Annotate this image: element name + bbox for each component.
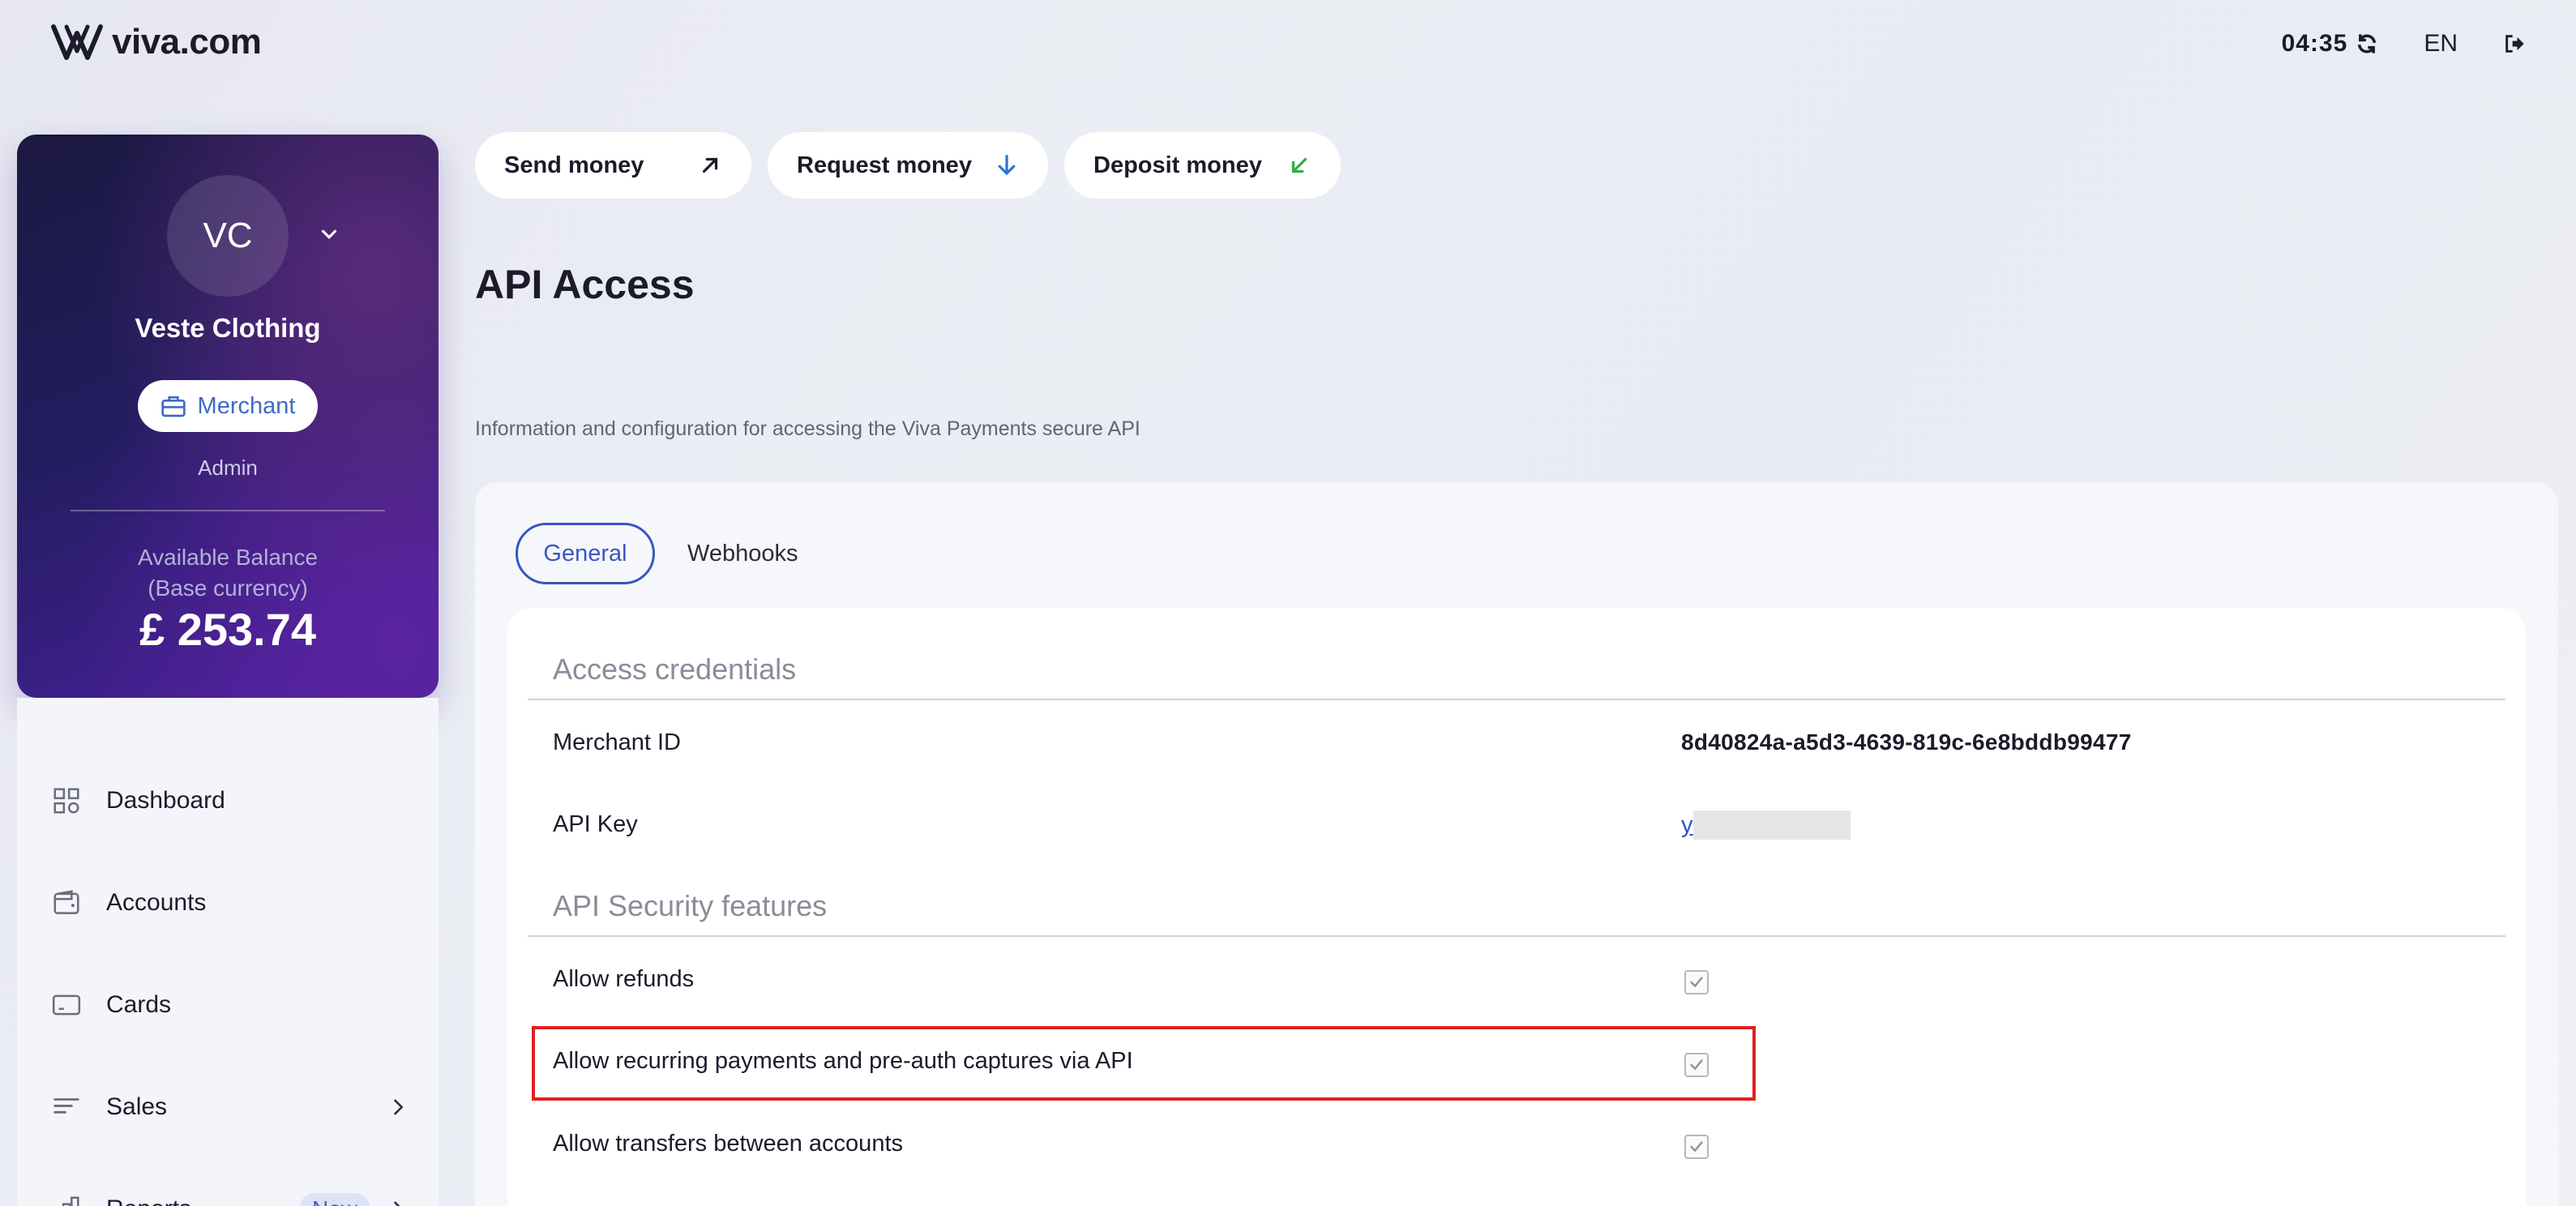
sidebar-nav: Dashboard Accounts Cards Sales — [17, 698, 439, 1206]
chevron-down-icon[interactable] — [317, 222, 341, 246]
api-key-redacted — [1692, 810, 1851, 840]
card-icon — [49, 988, 83, 1022]
role-label: Merchant — [197, 392, 296, 419]
sidebar-item-reports[interactable]: Reports New — [17, 1169, 439, 1206]
arrow-up-right-icon — [702, 157, 718, 173]
sidebar-item-label: Cards — [106, 991, 172, 1018]
section-divider — [528, 935, 2505, 937]
settings-card: Access credentials Merchant ID 8d40824a-… — [507, 608, 2526, 1206]
check-icon — [1690, 1141, 1703, 1153]
wallet-icon — [49, 886, 83, 920]
sidebar-item-label: Reports — [106, 1195, 191, 1206]
page-title: API Access — [475, 262, 695, 307]
card-divider — [71, 510, 385, 511]
chevron-right-icon — [394, 1099, 404, 1115]
session-time: 04:35 — [2281, 30, 2348, 57]
api-key-field[interactable]: y — [1681, 810, 1851, 840]
send-money-label: Send money — [504, 152, 644, 178]
allow-transfers-label: Allow transfers between accounts — [553, 1131, 903, 1157]
check-icon — [1690, 1059, 1703, 1071]
sidebar-item-label: Sales — [106, 1093, 168, 1120]
balance-value: £ 253.74 — [139, 604, 316, 655]
sidebar-item-dashboard[interactable]: Dashboard — [17, 760, 439, 841]
api-access-panel: General Webhooks Access credentials Merc… — [475, 482, 2558, 1206]
allow-refunds-label: Allow refunds — [553, 966, 695, 992]
page-description: Information and configuration for access… — [475, 417, 1140, 440]
arrow-down-icon — [998, 155, 1016, 176]
tab-general[interactable]: General — [516, 523, 655, 584]
grid-icon — [49, 784, 83, 818]
allow-refunds-checkbox[interactable] — [1684, 970, 1709, 994]
request-money-button[interactable]: Request money — [768, 132, 1048, 199]
lines-icon — [49, 1090, 83, 1124]
arrow-down-left-icon — [1291, 157, 1307, 173]
avatar-initials: VC — [203, 216, 253, 255]
user-role: Admin — [198, 455, 258, 480]
balance-label: Available Balance (Base currency) — [17, 542, 439, 604]
refresh-icon[interactable] — [2356, 32, 2378, 55]
new-badge: New — [298, 1193, 370, 1206]
request-money-label: Request money — [797, 152, 972, 178]
allow-transfers-checkbox[interactable] — [1684, 1135, 1709, 1159]
logout-icon[interactable] — [2503, 32, 2526, 55]
check-icon — [1690, 977, 1703, 988]
profile-card: VC Veste Clothing Merchant Admin Availab… — [17, 135, 439, 698]
balance-label-line2: (Base currency) — [148, 575, 308, 601]
allow-recurring-checkbox[interactable] — [1684, 1053, 1709, 1077]
viva-logo-icon — [51, 24, 103, 60]
merchant-name: Veste Clothing — [135, 313, 321, 343]
api-key-label: API Key — [553, 811, 638, 837]
sidebar-item-accounts[interactable]: Accounts — [17, 862, 439, 943]
viva-logo[interactable]: viva.com — [50, 18, 262, 66]
allow-recurring-label: Allow recurring payments and pre-auth ca… — [553, 1048, 1133, 1074]
sidebar-item-cards[interactable]: Cards — [17, 964, 439, 1046]
send-money-button[interactable]: Send money — [475, 132, 751, 199]
briefcase-icon — [160, 396, 186, 417]
tab-webhooks[interactable]: Webhooks — [676, 523, 810, 584]
merchant-id-label: Merchant ID — [553, 729, 681, 755]
merchant-id-value: 8d40824a-a5d3-4639-819c-6e8bddb99477 — [1681, 729, 2132, 755]
session-timer[interactable]: 04:35 — [2282, 30, 2379, 58]
deposit-money-label: Deposit money — [1093, 152, 1262, 178]
sidebar-item-label: Accounts — [106, 889, 207, 916]
access-credentials-title: Access credentials — [553, 652, 797, 686]
avatar[interactable]: VC — [167, 175, 289, 297]
language-selector[interactable]: EN — [2424, 30, 2458, 58]
api-key-link[interactable]: y — [1681, 812, 1693, 839]
chevron-right-icon — [394, 1201, 400, 1206]
logo-text: viva.com — [112, 22, 262, 62]
balance-label-line1: Available Balance — [137, 545, 319, 570]
deposit-money-button[interactable]: Deposit money — [1064, 132, 1341, 199]
sidebar-item-label: Dashboard — [106, 787, 225, 814]
security-features-title: API Security features — [553, 889, 828, 922]
sidebar-item-sales[interactable]: Sales — [17, 1067, 439, 1148]
section-divider — [528, 699, 2505, 700]
role-badge[interactable]: Merchant — [138, 380, 318, 432]
bar-chart-icon — [49, 1192, 83, 1206]
